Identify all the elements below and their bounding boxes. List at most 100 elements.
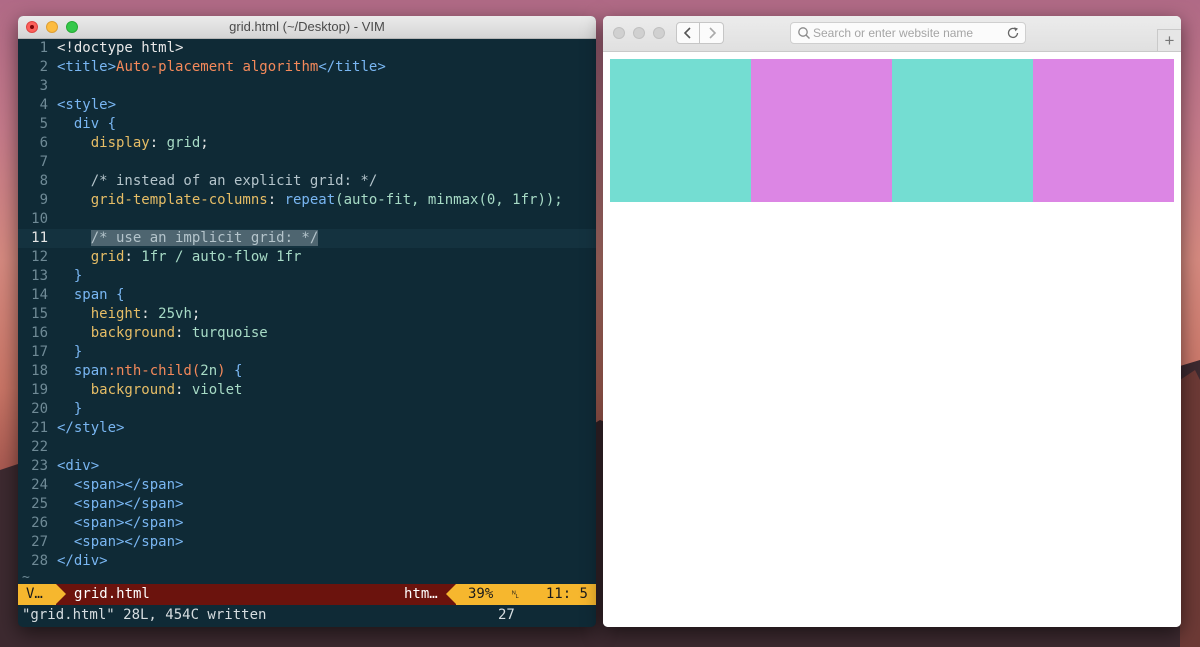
code-line[interactable]: 6 display: grid; <box>18 134 596 153</box>
code-token: { <box>234 363 243 379</box>
line-text: <span></span> <box>57 533 596 552</box>
browser-window: + <box>603 16 1181 627</box>
search-icon <box>798 27 810 39</box>
code-line[interactable]: 28 </div> <box>18 552 596 571</box>
code-line[interactable]: 14 span { <box>18 286 596 305</box>
code-line[interactable]: 1 <!doctype html> <box>18 39 596 58</box>
code-token: span <box>57 287 117 303</box>
line-text: </div> <box>57 552 596 571</box>
line-number: 14 <box>31 287 48 303</box>
line-number: 28 <box>31 553 48 569</box>
forward-button[interactable] <box>700 22 724 44</box>
code-token: repeat <box>284 192 336 208</box>
code-line[interactable]: 5 div { <box>18 115 596 134</box>
code-line[interactable]: 8 /* instead of an explicit grid: */ <box>18 172 596 191</box>
line-number: 5 <box>39 116 48 132</box>
reload-icon[interactable] <box>1006 26 1020 40</box>
code-token: height <box>57 306 142 322</box>
code-line[interactable]: 7 <box>18 153 596 172</box>
code-token: </div> <box>57 553 108 569</box>
close-button[interactable] <box>613 27 625 39</box>
code-line[interactable]: 22 <box>18 438 596 457</box>
code-line[interactable]: 2 <title>Auto-placement algorithm</title> <box>18 58 596 77</box>
status-filetype: htm… <box>404 586 438 602</box>
code-line[interactable]: 4 <style> <box>18 96 596 115</box>
code-token: : <box>175 382 192 398</box>
command-number: 27 <box>498 607 515 623</box>
code-token: (auto-fit, minmax(0, 1fr)); <box>335 192 563 208</box>
zoom-button[interactable] <box>653 27 665 39</box>
editor-buffer[interactable]: 1 <!doctype html> 2 <title>Auto-placement a… <box>18 39 596 571</box>
code-line[interactable]: 23 <div> <box>18 457 596 476</box>
line-text: <style> <box>57 96 596 115</box>
code-token: grid <box>57 249 125 265</box>
grid-cell-violet <box>1033 59 1174 202</box>
code-token: <title> <box>57 59 117 75</box>
code-line[interactable]: 15 height: 25vh; <box>18 305 596 324</box>
address-input[interactable] <box>813 25 993 41</box>
line-number: 13 <box>31 268 48 284</box>
code-line[interactable]: 25 <span></span> <box>18 495 596 514</box>
code-token: :nth-child( <box>107 363 201 379</box>
code-line[interactable]: 26 <span></span> <box>18 514 596 533</box>
line-number: 9 <box>39 192 48 208</box>
window-title: grid.html (~/Desktop) - VIM <box>229 19 385 34</box>
code-token: <span></span> <box>57 477 184 493</box>
code-line[interactable]: 3 <box>18 77 596 96</box>
code-line[interactable]: 13 } <box>18 267 596 286</box>
code-token: violet <box>191 382 243 398</box>
code-token: ; <box>200 135 209 151</box>
code-line[interactable]: 9 grid-template-columns: repeat(auto-fit… <box>18 191 596 210</box>
line-number: 19 <box>31 382 48 398</box>
code-line[interactable]: 24 <span></span> <box>18 476 596 495</box>
status-filename: grid.html <box>74 586 150 602</box>
line-number: 24 <box>31 477 48 493</box>
code-line[interactable]: 19 background: violet <box>18 381 596 400</box>
code-token: turquoise <box>191 325 268 341</box>
line-text: </style> <box>57 419 596 438</box>
window-controls <box>613 27 665 39</box>
code-token: grid-template-columns <box>57 192 268 208</box>
code-token: { <box>107 116 117 132</box>
back-button[interactable] <box>676 22 700 44</box>
new-tab-button[interactable]: + <box>1157 29 1181 51</box>
line-number: 4 <box>39 97 48 113</box>
code-line[interactable]: 10 <box>18 210 596 229</box>
line-number: 23 <box>31 458 48 474</box>
line-number: 17 <box>31 344 48 360</box>
line-number: 26 <box>31 515 48 531</box>
minimize-button[interactable] <box>633 27 645 39</box>
code-token: 1fr / auto-flow 1fr <box>141 249 302 265</box>
code-token: </style> <box>57 420 125 436</box>
code-line[interactable]: 21 </style> <box>18 419 596 438</box>
code-line[interactable]: 12 grid: 1fr / auto-flow 1fr <box>18 248 596 267</box>
vim-command-line[interactable]: "grid.html" 28L, 454C written 27 <box>18 605 596 626</box>
address-bar[interactable] <box>790 22 1026 44</box>
grid-cell-turquoise <box>610 59 751 202</box>
code-token: </title> <box>318 59 386 75</box>
code-token: ; <box>191 306 201 322</box>
code-token: <div> <box>57 458 100 474</box>
code-line[interactable]: 17 } <box>18 343 596 362</box>
code-line[interactable]: 18 span:nth-child(2n) { <box>18 362 596 381</box>
line-number: 6 <box>39 135 48 151</box>
code-line[interactable]: 16 background: turquoise <box>18 324 596 343</box>
line-number: 16 <box>31 325 48 341</box>
status-position-block: 39% ␤ 11: 5 <box>446 584 596 605</box>
css-grid-container <box>610 59 1174 202</box>
code-token: 25vh <box>158 306 192 322</box>
line-number: 21 <box>31 420 48 436</box>
code-line[interactable]: 11 /* use an implicit grid: */ <box>18 229 596 248</box>
line-number-icon: ␤ <box>511 588 520 601</box>
code-token: /* use an implicit grid: */ <box>90 230 319 246</box>
status-cursor-position: 11: 5 <box>545 586 588 602</box>
line-text <box>57 153 596 172</box>
code-line[interactable]: 20 } <box>18 400 596 419</box>
code-line[interactable]: 27 <span></span> <box>18 533 596 552</box>
code-token: : <box>124 249 142 265</box>
line-text: div { <box>57 115 596 134</box>
line-text: <!doctype html> <box>57 39 596 58</box>
line-text: background: turquoise <box>57 324 596 343</box>
code-token: grid <box>166 135 201 151</box>
